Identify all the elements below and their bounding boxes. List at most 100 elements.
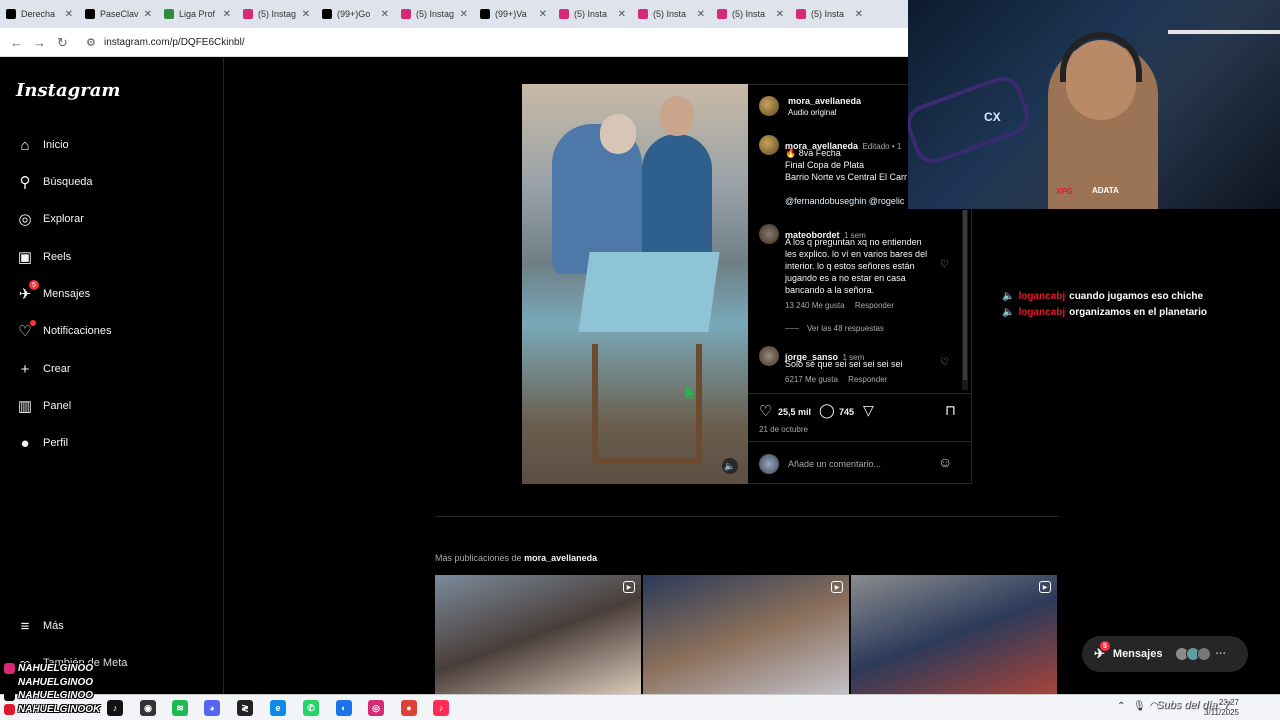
close-icon[interactable]: ✕ (460, 9, 468, 20)
close-icon[interactable]: ✕ (381, 9, 389, 20)
tiktok-icon (4, 677, 15, 688)
share-icon[interactable]: ▽ (863, 402, 874, 419)
browser-tab[interactable]: (99+)Go ✕ (316, 0, 395, 28)
app-icon[interactable]: ≷ (237, 700, 253, 716)
tray-chevron-icon[interactable]: ⌃ (1117, 701, 1125, 712)
comment-likes[interactable]: 13 240 Me gusta (785, 301, 845, 310)
browser-tab[interactable]: (5) Insta ✕ (553, 0, 632, 28)
speaker-icon: 🔈 (1002, 291, 1015, 302)
comment-like-icon[interactable]: ♡ (940, 259, 949, 270)
more-posts-title: Más publicaciones de mora_avellaneda (435, 553, 598, 563)
chat-message: 🔈 logancabj cuando jugamos eso chiche (1002, 291, 1204, 302)
nav-compass[interactable]: ◎ Explorar (16, 210, 84, 228)
comment-avatar[interactable] (759, 224, 779, 244)
tiktok-live-icon[interactable]: ♪ (433, 700, 449, 716)
messages-pill[interactable]: ✈ 5 Mensajes ··· (1082, 636, 1248, 672)
forward-icon[interactable]: → (33, 35, 46, 50)
post-thumbnail[interactable]: ▶ (643, 575, 849, 694)
like-count[interactable]: 25,5 mil (778, 407, 811, 417)
obs-icon[interactable]: ◉ (140, 700, 156, 716)
close-icon[interactable]: ✕ (776, 9, 784, 20)
browser-tab[interactable]: Liga Prof ✕ (158, 0, 237, 28)
home-icon: ⌂ (20, 136, 30, 154)
comment-icon[interactable]: ◯ (819, 402, 835, 419)
heart-icon: ♡ (16, 320, 36, 340)
nav-avatar[interactable]: ● Perfil (16, 434, 68, 452)
browser-tab[interactable]: (5) Insta ✕ (711, 0, 790, 28)
close-icon[interactable]: ✕ (223, 9, 231, 20)
nav-messenger[interactable]: ✈ 5 Mensajes (16, 280, 90, 303)
close-icon[interactable]: ✕ (697, 9, 705, 20)
like-icon[interactable]: ♡ (759, 402, 772, 420)
browser-tab[interactable]: (5) Instag ✕ (237, 0, 316, 28)
post-author[interactable]: mora_avellaneda (788, 96, 861, 106)
nav-search[interactable]: ⚲ Búsqueda (16, 173, 93, 191)
url-field[interactable]: instagram.com/p/DQFE6Ckinbl/ (104, 37, 245, 48)
comments-scrollbar[interactable] (962, 210, 968, 390)
browser-tab[interactable]: (5) Insta ✕ (632, 0, 711, 28)
nav-heart[interactable]: ♡ Notificaciones (16, 320, 111, 340)
tiktok-icon (480, 9, 490, 19)
close-icon[interactable]: ✕ (539, 9, 547, 20)
caption-avatar[interactable] (759, 135, 779, 155)
instagram-icon (638, 9, 648, 19)
spotify-icon[interactable]: ≋ (172, 700, 188, 716)
comment-input[interactable]: Añade un comentario... (788, 459, 881, 469)
caption-mentions[interactable]: @fernandobuseghin @rogelic (785, 196, 904, 206)
nav-reels[interactable]: ▣ Reels (16, 248, 71, 266)
back-icon[interactable]: ← (10, 35, 23, 50)
post-thumbnail[interactable]: ▶ (851, 575, 1057, 694)
nav-more[interactable]: ≡ Más (16, 617, 64, 635)
reload-icon[interactable]: ↻ (57, 35, 68, 51)
x-icon (4, 690, 15, 701)
mute-icon[interactable]: 🔈 (722, 458, 738, 474)
chrome-icon[interactable]: ● (401, 700, 417, 716)
self-avatar (759, 454, 779, 474)
instagram-icon (796, 9, 806, 19)
view-replies[interactable]: Ver las 48 respuestas (785, 324, 884, 333)
section-divider (435, 516, 1059, 517)
app2-icon[interactable]: ◐ (336, 700, 352, 716)
messenger-icon: ✈ 5 (16, 280, 39, 303)
site-info-icon[interactable]: ⚙ (86, 36, 96, 49)
browser-tab[interactable]: (5) Instag ✕ (395, 0, 474, 28)
comment-reply[interactable]: Responder (848, 375, 887, 384)
more-posts-author[interactable]: mora_avellaneda (524, 553, 597, 563)
post-video[interactable] (522, 84, 748, 484)
chat-message: 🔈 logancabj organizamos en el planetario (1002, 307, 1207, 318)
nav-label: Panel (43, 400, 72, 412)
audio-label[interactable]: Audio original (788, 108, 836, 117)
browser-tab[interactable]: (5) Insta ✕ (790, 0, 869, 28)
browser-tab[interactable]: Derecha ✕ (0, 0, 79, 28)
close-icon[interactable]: ✕ (144, 9, 152, 20)
discord-icon[interactable]: ◕ (204, 700, 220, 716)
bookmark-icon[interactable]: ⊓ (945, 402, 956, 419)
mic-icon[interactable]: 🎙 (1133, 701, 1146, 712)
browser-tab[interactable]: PaseClav ✕ (79, 0, 158, 28)
nav-chart[interactable]: ▥ Panel (16, 397, 71, 415)
subs-overlay: Subs del día: 7 (1156, 699, 1230, 711)
more-icon: ··· (1215, 648, 1227, 660)
browser-tab[interactable]: (99+)Va ✕ (474, 0, 553, 28)
comment-likes[interactable]: 6217 Me gusta (785, 375, 838, 384)
comment-like-icon[interactable]: ♡ (940, 357, 949, 368)
close-icon[interactable]: ✕ (302, 9, 310, 20)
close-icon[interactable]: ✕ (855, 9, 863, 20)
reel-icon: ▶ (1039, 581, 1051, 593)
xpg-logo: XPG (1056, 187, 1073, 196)
instagram-app-icon[interactable]: ◎ (368, 700, 384, 716)
emoji-icon[interactable]: ☺ (938, 454, 952, 470)
close-icon[interactable]: ✕ (65, 9, 73, 20)
whatsapp-icon[interactable]: ✆ (303, 700, 319, 716)
close-icon[interactable]: ✕ (618, 9, 626, 20)
instagram-logo[interactable]: Instagram (16, 80, 120, 101)
nav-home[interactable]: ⌂ Inicio (16, 136, 68, 154)
author-avatar[interactable] (759, 96, 779, 116)
edge-icon[interactable]: e (270, 700, 286, 716)
comment-avatar[interactable] (759, 346, 779, 366)
tiktok-app-icon[interactable]: ♪ (107, 700, 123, 716)
post-thumbnail[interactable]: ▶ (435, 575, 641, 694)
comment-reply[interactable]: Responder (855, 301, 894, 310)
nav-plus[interactable]: + Crear (16, 360, 71, 378)
ig-sidebar: Instagram ⌂ Inicio ⚲ Búsqueda ◎ Explorar ▣ Reel… (0, 58, 224, 694)
